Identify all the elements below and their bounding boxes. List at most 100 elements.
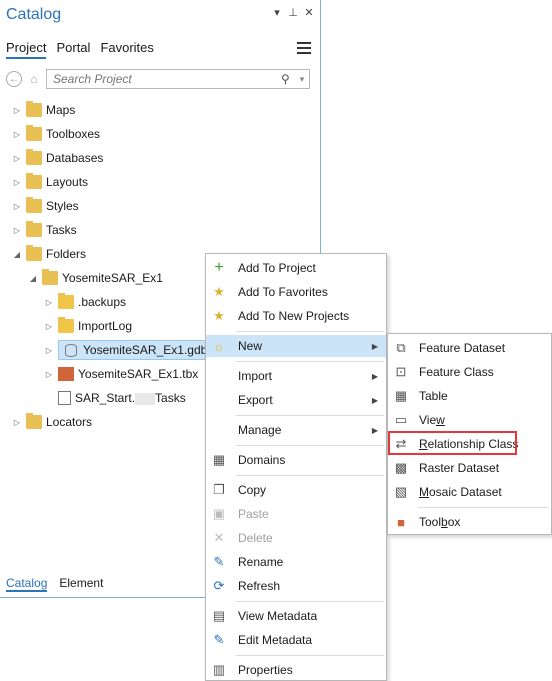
pin-icon[interactable]: ⊥ [288,6,298,19]
menu-refresh[interactable]: ⟳ Refresh [206,575,386,597]
submenu-raster-dataset[interactable]: ▩ Raster Dataset [388,457,551,479]
toolbox-icon [58,367,74,381]
tree-item-label: YosemiteSAR_Ex1.gdb [83,343,208,357]
menu-separator [236,361,384,362]
folder-icon [26,125,42,141]
tree-item-folders[interactable]: ◢ Folders [12,243,86,265]
submenu-table[interactable]: ▦ Table [388,385,551,407]
chevron-down-icon[interactable]: ▾ [295,74,309,85]
tree-item-label: Toolboxes [46,127,101,141]
tree-item-tasks[interactable]: ▷ Tasks [12,219,77,241]
menu-add-to-new-projects[interactable]: ★ Add To New Projects [206,305,386,327]
tree-item-layouts[interactable]: ▷ Layouts [12,171,88,193]
collapse-arrow-icon[interactable]: ◢ [28,274,38,283]
search-box: ⚲ ▾ [46,69,310,89]
menu-copy[interactable]: ❐ Copy [206,479,386,501]
home-icon[interactable]: ⌂ [26,71,42,87]
mnemonic-letter: b [441,515,448,529]
expand-arrow-icon[interactable]: ▷ [12,226,22,235]
expand-arrow-icon[interactable]: ▷ [44,346,54,355]
menu-label: Add To New Projects [238,309,350,323]
menu-view-metadata[interactable]: ▤ View Metadata [206,605,386,627]
menu-label: Export [238,393,273,407]
tab-catalog[interactable]: Catalog [6,576,48,592]
tree-item-yosemitesar-ex1[interactable]: ◢ YosemiteSAR_Ex1 [28,267,163,289]
tree-item-toolboxes[interactable]: ▷ Toolboxes [12,123,100,145]
collapse-arrow-icon[interactable]: ◢ [12,250,22,259]
submenu-feature-dataset[interactable]: ⧉ Feature Dataset [388,337,551,359]
folder-icon [58,293,74,309]
plus-icon: + [214,259,224,276]
menu-delete[interactable]: ✕ Delete [206,527,386,549]
tab-project[interactable]: Project [6,40,47,59]
submenu-toolbox[interactable]: ■ Toolbox [388,511,551,533]
menu-domains[interactable]: ▦ Domains [206,449,386,471]
tab-favorites[interactable]: Favorites [100,40,153,59]
options-dropdown-icon[interactable]: ▾ [272,6,282,19]
tree-item-backups[interactable]: ▷ .backups [44,291,126,313]
tree-item-maps[interactable]: ▷ Maps [12,99,75,121]
submenu-mosaic-dataset[interactable]: ▧ Mosaic Dataset [388,481,551,503]
menu-label: Domains [238,453,286,467]
feature-class-icon: ⊡ [395,364,407,379]
pencil-icon: ✎ [213,554,225,569]
expand-arrow-icon[interactable]: ▷ [12,418,22,427]
menu-paste[interactable]: ▣ Paste [206,503,386,525]
expand-arrow-icon[interactable]: ▷ [12,130,22,139]
selected-gdb[interactable]: YosemiteSAR_Ex1.gdb [58,340,213,360]
tree-item-label: ImportLog [78,319,133,333]
menu-separator [236,601,384,602]
label-part: osaic Dataset [429,485,502,499]
toolbox-icon: ■ [397,514,405,530]
expand-arrow-icon[interactable]: ▷ [44,298,54,307]
menu-separator [236,331,384,332]
submenu-feature-class[interactable]: ⊡ Feature Class [388,361,551,383]
menu-import[interactable]: Import ▶ [206,365,386,387]
tree-item-styles[interactable]: ▷ Styles [12,195,79,217]
menu-rename[interactable]: ✎ Rename [206,551,386,573]
expand-arrow-icon[interactable]: ▷ [12,106,22,115]
menu-add-to-project[interactable]: + Add To Project [206,257,386,279]
home-folder-icon [42,269,58,285]
menu-label: Import [238,369,273,383]
expand-arrow-icon[interactable]: ▷ [44,370,54,379]
menu-edit-metadata[interactable]: ✎ Edit Metadata [206,629,386,651]
back-icon[interactable]: ← [6,71,22,87]
menu-label: Feature Class [419,365,494,379]
menu-properties[interactable]: ▥ Properties [206,659,386,681]
menu-manage[interactable]: Manage ▶ [206,419,386,441]
menu-separator [236,445,384,446]
expand-arrow-icon[interactable]: ▷ [12,154,22,163]
menu-add-to-favorites[interactable]: ★ Add To Favorites [206,281,386,303]
expand-arrow-icon[interactable]: ▷ [44,322,54,331]
tree-item-importlog[interactable]: ▷ ImportLog [44,315,132,337]
search-input[interactable] [51,71,281,87]
tree-item-databases[interactable]: ▷ Databases [12,147,103,169]
tab-portal[interactable]: Portal [56,40,90,59]
menu-label: Rename [238,555,284,569]
tree-item-locators[interactable]: ▷ Locators [12,411,92,433]
menu-new[interactable]: ☼ New ▶ [206,335,386,357]
tree-item-label: Styles [46,199,79,213]
close-icon[interactable]: ✕ [304,6,314,19]
task-label-end: Tasks [155,391,186,405]
tree-item-label: SAR_Start. Tasks [75,391,186,405]
mnemonic-letter: M [419,485,429,499]
menu-label: Paste [238,507,269,521]
menu-export[interactable]: Export ▶ [206,389,386,411]
expand-arrow-icon[interactable]: ▷ [12,202,22,211]
menu-label: Mosaic Dataset [419,485,502,499]
star-icon: ★ [213,284,225,299]
menu-icon[interactable] [297,42,311,54]
table-icon: ▦ [394,388,408,403]
view-icon: ▭ [394,412,408,427]
search-icon[interactable]: ⚲ [281,72,295,86]
tree-item-tbx[interactable]: ▷ YosemiteSAR_Ex1.tbx [44,363,198,385]
feature-dataset-icon: ⧉ [396,340,406,355]
tree-item-tasks-file[interactable]: SAR_Start. Tasks [58,387,186,409]
tree-item-gdb[interactable]: ▷ YosemiteSAR_Ex1.gdb [44,339,213,361]
expand-arrow-icon[interactable]: ▷ [12,178,22,187]
tab-element[interactable]: Element [59,576,103,592]
submenu-view[interactable]: ▭ View [388,409,551,431]
sparkle-icon: ☼ [213,338,225,354]
